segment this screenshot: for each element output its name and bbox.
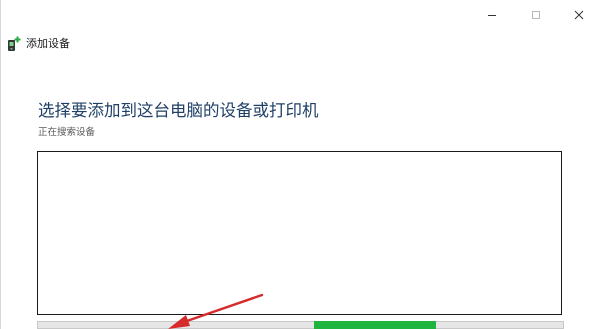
page-heading: 选择要添加到这台电脑的设备或打印机 [38,101,319,120]
close-button[interactable] [557,0,601,30]
window-title: 添加设备 [26,37,70,50]
title-bar[interactable] [0,0,601,30]
close-icon [574,10,584,20]
minimize-icon [488,15,496,16]
minimize-button[interactable] [470,0,514,30]
footer-bar [37,321,564,329]
window-edge [0,0,1,329]
device-list[interactable] [37,151,562,315]
search-status-text: 正在搜索设备 [38,127,96,138]
maximize-button[interactable] [514,0,558,30]
add-device-icon [8,36,21,51]
search-progress-indicator [314,321,436,329]
maximize-icon [532,11,540,19]
add-device-window: 添加设备 选择要添加到这台电脑的设备或打印机 正在搜索设备 [0,0,601,329]
